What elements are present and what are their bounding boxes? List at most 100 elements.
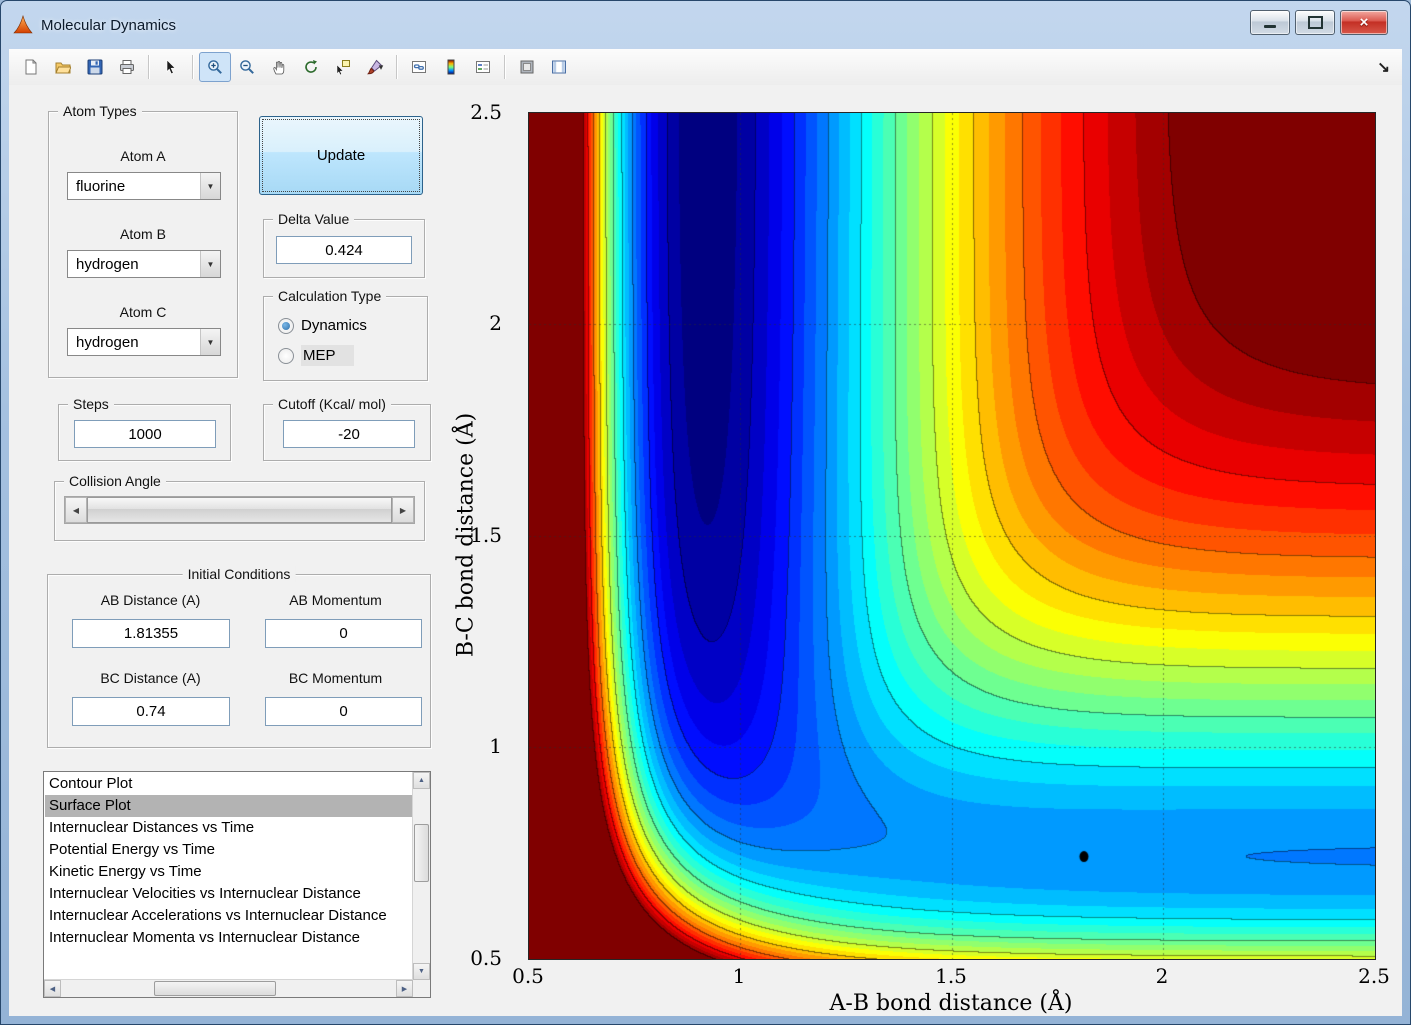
list-item[interactable]: Internuclear Velocities vs Internuclear … [45, 883, 412, 905]
cutoff-title: Cutoff (Kcal/ mol) [273, 396, 391, 412]
atom-types-title: Atom Types [58, 103, 142, 119]
pan-hand-icon [273, 60, 285, 75]
contour-plot-canvas[interactable] [529, 113, 1375, 959]
bc-distance-field[interactable] [72, 697, 230, 726]
close-button[interactable]: × [1340, 10, 1388, 35]
zoom-in-button[interactable] [199, 52, 231, 82]
cutoff-field[interactable] [283, 420, 415, 448]
list-item[interactable]: Potential Energy vs Time [45, 839, 412, 861]
calculation-type-title: Calculation Type [273, 288, 387, 304]
link-plot-icon [412, 61, 426, 73]
link-plot-button[interactable] [403, 52, 435, 82]
save-floppy-icon [87, 59, 103, 75]
chevron-down-icon[interactable]: ▼ [200, 329, 220, 355]
data-cursor-button[interactable] [327, 52, 359, 82]
steps-panel: Steps [58, 396, 231, 461]
y-tick-label: 1 [489, 734, 502, 758]
horizontal-scrollbar[interactable]: ◀ ▶ [44, 979, 413, 997]
x-tick-label: 2.5 [1358, 964, 1390, 988]
minimize-icon [1264, 25, 1276, 28]
zoom-out-button[interactable] [231, 52, 263, 82]
scroll-up-icon[interactable]: ▲ [413, 772, 430, 789]
update-button-label: Update [316, 147, 366, 164]
brush-data-button[interactable]: ▾ [359, 52, 391, 82]
delta-value-field[interactable] [276, 236, 412, 264]
radio-selected-icon[interactable] [278, 317, 294, 334]
atom-b-dropdown[interactable]: hydrogen ▼ [67, 250, 221, 278]
list-item[interactable]: Contour Plot [45, 773, 412, 795]
vertical-scrollbar[interactable]: ▲ ▼ [412, 772, 430, 980]
calculation-type-panel: Calculation Type Dynamics MEP [263, 288, 428, 381]
plot-axes [528, 112, 1376, 960]
x-tick-label: 1.5 [935, 964, 967, 988]
insert-legend-button[interactable] [467, 52, 499, 82]
dock-figure-button[interactable]: ↘ [1377, 58, 1390, 76]
plot-type-list: Contour Plot Surface Plot Internuclear D… [45, 773, 412, 979]
atom-a-dropdown[interactable]: fluorine ▼ [67, 172, 221, 200]
list-item[interactable]: Internuclear Momenta vs Internuclear Dis… [45, 927, 412, 949]
atom-b-label: Atom B [120, 226, 166, 242]
atom-b-value: hydrogen [76, 255, 139, 273]
dynamics-radio[interactable]: Dynamics [278, 317, 367, 334]
open-file-button[interactable] [47, 52, 79, 82]
ab-momentum-field[interactable] [265, 619, 422, 648]
insert-colorbar-button[interactable] [435, 52, 467, 82]
collision-angle-slider[interactable]: ◀ ▶ [64, 496, 415, 524]
maximize-button[interactable] [1295, 10, 1335, 35]
x-tick-label: 2 [1155, 964, 1169, 988]
scroll-right-icon[interactable]: ▶ [396, 980, 413, 997]
scroll-left-icon[interactable]: ◀ [44, 980, 61, 997]
print-figure-button[interactable] [111, 52, 143, 82]
hide-plot-tools-button[interactable] [511, 52, 543, 82]
save-figure-button[interactable] [79, 52, 111, 82]
edit-plot-button[interactable] [155, 52, 187, 82]
minimize-button[interactable] [1250, 10, 1290, 35]
bc-momentum-label: BC Momentum [288, 670, 383, 686]
printer-icon [120, 60, 134, 74]
chevron-down-icon[interactable]: ▼ [200, 173, 220, 199]
collision-angle-title: Collision Angle [64, 473, 166, 489]
radio-unselected-icon[interactable] [278, 347, 294, 364]
matlab-logo-icon [13, 15, 33, 34]
horizontal-scroll-thumb[interactable] [154, 981, 276, 996]
cutoff-panel: Cutoff (Kcal/ mol) [263, 396, 431, 461]
list-item[interactable]: Internuclear Distances vs Time [45, 817, 412, 839]
slider-thumb[interactable] [87, 497, 392, 523]
collision-angle-panel: Collision Angle ◀ ▶ [54, 473, 425, 541]
chevron-down-icon[interactable]: ▼ [200, 251, 220, 277]
atom-c-label: Atom C [119, 304, 167, 320]
vertical-scroll-thumb[interactable] [414, 824, 429, 882]
y-axis-label: B-C bond distance (Å) [453, 412, 479, 658]
pan-button[interactable] [263, 52, 295, 82]
list-item-selected[interactable]: Surface Plot [45, 795, 412, 817]
zoom-in-icon [208, 60, 222, 74]
legend-icon [476, 61, 490, 73]
list-item[interactable]: Internuclear Accelerations vs Internucle… [45, 905, 412, 927]
close-icon: × [1359, 14, 1369, 31]
slider-right-arrow[interactable]: ▶ [392, 497, 414, 523]
mep-radio[interactable]: MEP [278, 345, 354, 366]
atom-types-panel: Atom Types Atom A fluorine ▼ Atom B hydr… [48, 103, 238, 378]
titlebar[interactable]: Molecular Dynamics × [1, 1, 1410, 49]
brush-dropdown-icon: ▾ [378, 61, 384, 72]
show-plot-tools-icon [552, 60, 566, 74]
delta-value-panel: Delta Value [263, 211, 425, 278]
y-tick-label: 2 [489, 311, 502, 335]
bc-momentum-field[interactable] [265, 697, 422, 726]
scroll-down-icon[interactable]: ▼ [413, 963, 430, 980]
rotate-3d-button[interactable] [295, 52, 327, 82]
slider-left-arrow[interactable]: ◀ [65, 497, 87, 523]
list-item[interactable]: Kinetic Energy vs Time [45, 861, 412, 883]
x-tick-label: 1 [732, 964, 746, 988]
new-figure-button[interactable] [15, 52, 47, 82]
toolbar-separator [504, 55, 506, 79]
atom-c-dropdown[interactable]: hydrogen ▼ [67, 328, 221, 356]
ab-distance-field[interactable] [72, 619, 230, 648]
show-plot-tools-button[interactable] [543, 52, 575, 82]
initial-conditions-panel: Initial Conditions AB Distance (A) AB Mo… [47, 566, 431, 748]
update-button[interactable]: Update [259, 116, 423, 195]
steps-title: Steps [68, 396, 114, 412]
scrollbar-corner [413, 980, 430, 997]
steps-field[interactable] [74, 420, 216, 448]
ab-momentum-label: AB Momentum [289, 592, 382, 608]
